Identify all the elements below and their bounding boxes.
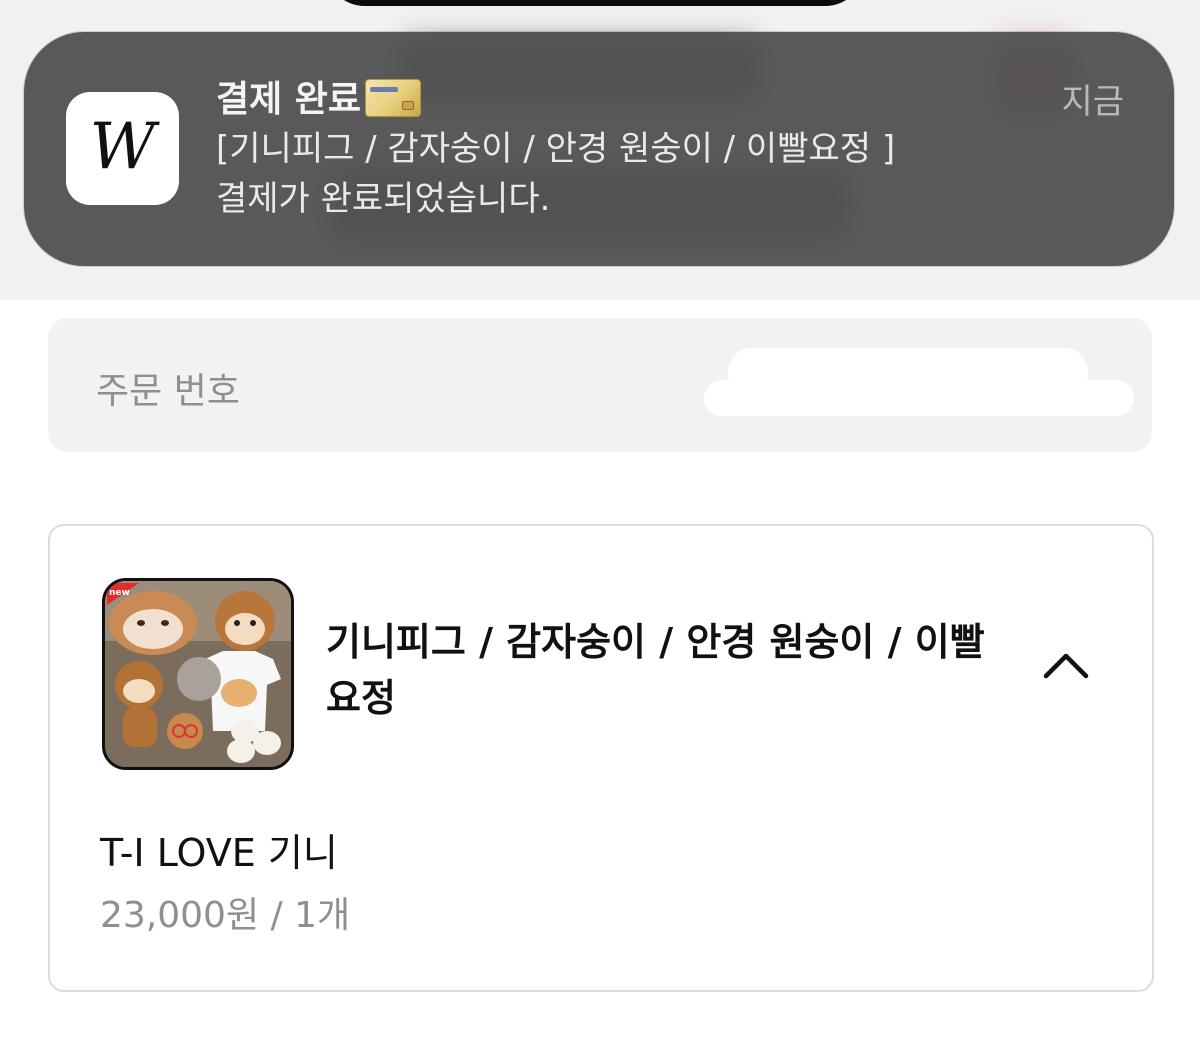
notification-body-line-2: 결제가 완료되었습니다.: [216, 179, 551, 219]
product-thumbnail-image: new: [105, 581, 291, 767]
option-name: T-I LOVE 기니: [100, 831, 338, 875]
notification-body-line-1: [기니피그 / 감자숭이 / 안경 원숭이 / 이빨요정 ]: [216, 129, 896, 169]
app-icon-letter: W: [89, 109, 156, 184]
notification-title-text: 결제 완료: [216, 79, 362, 120]
chevron-up-icon[interactable]: [1042, 650, 1090, 680]
payment-notification-banner[interactable]: W 결제 완료 지금 [기니피그 / 감자숭이 / 안경 원숭이 / 이빨요정 …: [24, 32, 1174, 266]
dynamic-island: [325, 0, 865, 6]
order-number-label: 주문 번호: [96, 371, 240, 412]
order-number-redaction-2: [704, 380, 1134, 416]
option-price: 23,000원 / 1개: [100, 895, 351, 936]
product-thumbnail[interactable]: new: [102, 578, 294, 770]
notification-title: 결제 완료: [216, 70, 422, 122]
product-card: new 기니피그 / 감자숭이 / 안경 원숭이 / 이빨요정 T-I LOVE…: [48, 524, 1154, 992]
notification-body: [기니피그 / 감자숭이 / 안경 원숭이 / 이빨요정 ] 결제가 완료되었습…: [216, 124, 1116, 224]
notification-time: 지금: [1061, 82, 1124, 122]
product-title: 기니피그 / 감자숭이 / 안경 원숭이 / 이빨요정: [326, 620, 985, 720]
order-number-row: 주문 번호: [48, 318, 1152, 452]
app-icon: W: [66, 92, 179, 205]
new-badge-text: new: [109, 588, 130, 598]
credit-card-icon: [365, 79, 422, 117]
